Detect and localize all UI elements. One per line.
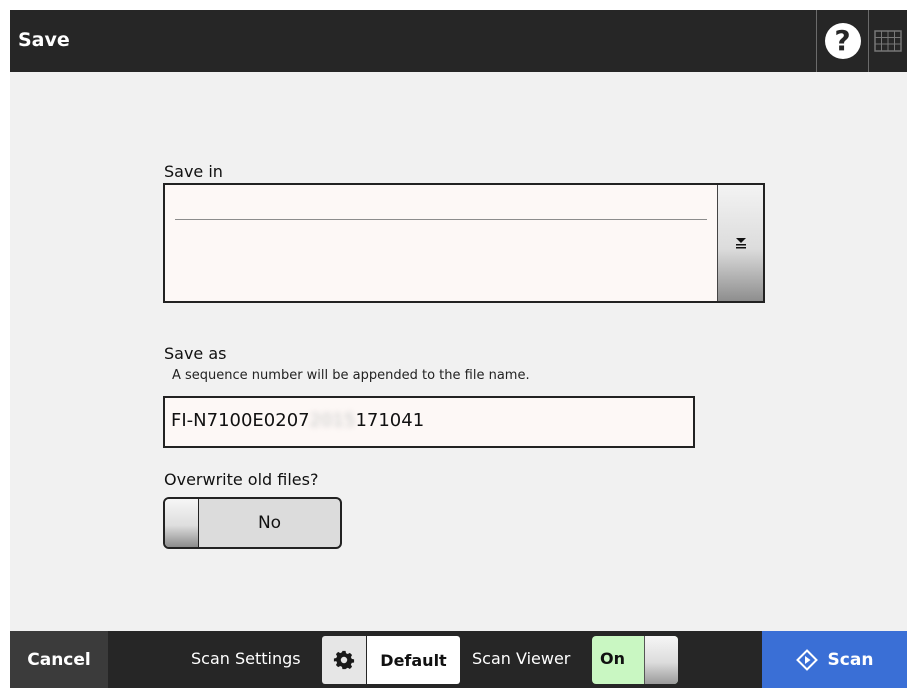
overwrite-toggle[interactable]: No	[163, 497, 342, 549]
cancel-button[interactable]: Cancel	[10, 631, 108, 688]
default-settings-button[interactable]: Default	[367, 636, 460, 684]
save-in-path-line	[175, 219, 707, 220]
gear-icon	[333, 650, 355, 670]
save-in-label: Save in	[164, 162, 223, 181]
scan-button[interactable]: Scan	[762, 631, 907, 688]
header-bar: Save ?	[10, 10, 907, 72]
collapse-down-icon	[735, 238, 746, 249]
scan-viewer-toggle[interactable]: On	[592, 636, 678, 684]
scan-button-label: Scan	[827, 649, 874, 670]
file-name-input[interactable]: FI-N7100E02072015171041	[163, 396, 695, 448]
bottom-toolbar: Cancel Scan Settings Default Scan Viewer…	[10, 631, 907, 688]
save-in-dropdown-button[interactable]	[717, 185, 763, 301]
toggle-knob	[644, 636, 678, 684]
file-name-suffix: 171041	[355, 410, 425, 431]
keyboard-button[interactable]	[868, 10, 907, 72]
toggle-knob	[165, 499, 199, 547]
question-mark-icon: ?	[824, 23, 861, 59]
save-as-label: Save as	[164, 344, 227, 363]
scan-viewer-state: On	[600, 649, 625, 668]
page-title: Save	[18, 29, 70, 51]
keyboard-icon	[874, 30, 902, 52]
file-name-blurred-part: 2015	[309, 410, 356, 431]
save-as-hint: A sequence number will be appended to th…	[172, 368, 530, 383]
main-panel: Save in Save as A sequence number will b…	[10, 72, 907, 631]
scan-viewer-label: Scan Viewer	[472, 649, 571, 668]
file-name-prefix: FI-N7100E0207	[171, 410, 310, 431]
scan-settings-label: Scan Settings	[191, 649, 301, 668]
scan-settings-button[interactable]	[322, 636, 366, 684]
help-button[interactable]: ?	[816, 10, 868, 72]
diamond-start-icon	[795, 648, 818, 671]
save-in-field[interactable]	[163, 183, 765, 303]
overwrite-state: No	[257, 513, 282, 533]
overwrite-label: Overwrite old files?	[164, 470, 319, 489]
